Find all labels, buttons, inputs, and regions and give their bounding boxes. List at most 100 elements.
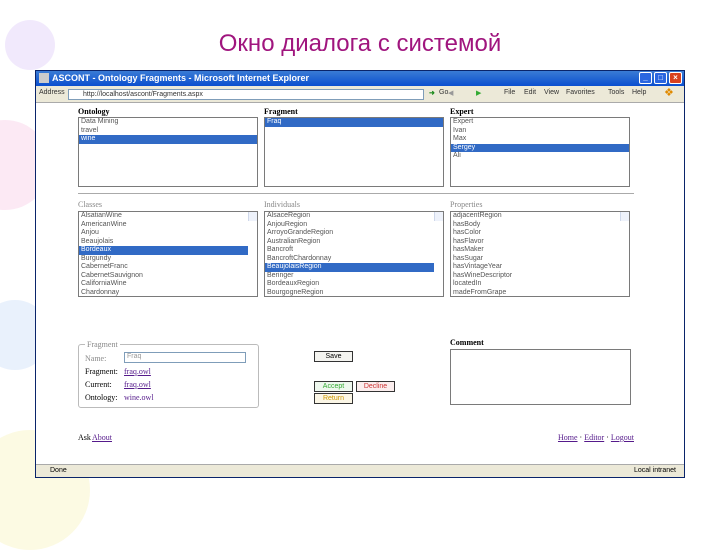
list-item[interactable]: Bordeaux xyxy=(79,246,248,255)
list-item[interactable]: travel xyxy=(79,127,257,136)
list-item[interactable]: Beaujolais xyxy=(79,238,248,247)
name-label: Name: xyxy=(85,354,107,363)
zone-text: Local intranet xyxy=(633,467,676,474)
minimize-button[interactable]: _ xyxy=(639,72,652,84)
url-input[interactable]: http://localhost/ascont/Fragments.aspx xyxy=(68,89,424,100)
list-item[interactable]: AlsatianWine xyxy=(79,212,248,221)
scrollbar[interactable] xyxy=(434,212,443,221)
editor-link[interactable]: Editor xyxy=(584,433,604,442)
name-input[interactable]: Fraq xyxy=(124,352,246,363)
ontology-label: Ontology xyxy=(78,107,110,116)
address-bar: Address http://localhost/ascont/Fragment… xyxy=(36,86,684,103)
list-item[interactable]: Burgundy xyxy=(79,255,248,264)
list-item[interactable]: hasFlavor xyxy=(451,238,620,247)
list-item[interactable]: AnjouRegion xyxy=(265,221,434,230)
go-icon[interactable]: ➜ xyxy=(429,89,435,97)
list-item[interactable]: hasVintageYear xyxy=(451,263,620,272)
individuals-label: Individuals xyxy=(264,200,300,209)
list-item[interactable]: ArroyoGrandeRegion xyxy=(265,229,434,238)
ie-icon xyxy=(39,73,49,83)
list-item[interactable]: hasSugar xyxy=(451,255,620,264)
save-button[interactable]: Save xyxy=(314,351,353,362)
list-item[interactable]: adjacentRegion xyxy=(451,212,620,221)
current-link[interactable]: fraq.owl xyxy=(124,380,151,389)
forward-icon[interactable]: ▶ xyxy=(476,89,481,97)
menu-file[interactable]: File xyxy=(504,89,515,96)
decline-button[interactable]: Decline xyxy=(356,381,395,392)
list-item[interactable]: Sergey xyxy=(451,143,629,152)
logout-link[interactable]: Logout xyxy=(611,433,634,442)
title-bar: ASCONT - Ontology Fragments - Microsoft … xyxy=(36,71,684,86)
list-item[interactable]: BeaujolaisRegion xyxy=(265,263,434,272)
list-item[interactable]: BancroftChardonnay xyxy=(265,255,434,264)
about-link[interactable]: About xyxy=(92,433,112,442)
properties-listbox[interactable]: adjacentRegion hasBody hasColor hasFlavor ha… xyxy=(450,211,630,297)
list-item[interactable]: AustralianRegion xyxy=(265,238,434,247)
scrollbar[interactable] xyxy=(248,212,257,221)
close-button[interactable]: × xyxy=(669,72,682,84)
list-item[interactable]: Max xyxy=(451,135,629,144)
list-item[interactable]: CabernetSauvignon xyxy=(79,272,248,281)
ontology-file-label: Ontology: xyxy=(85,393,118,402)
menu-edit[interactable]: Edit xyxy=(524,89,536,96)
list-item[interactable]: wine xyxy=(79,135,257,144)
menu-tools[interactable]: Tools xyxy=(608,89,624,96)
fragment-label: Fragment xyxy=(264,107,298,116)
menu-help[interactable]: Help xyxy=(632,89,646,96)
individuals-listbox[interactable]: AlsaceRegion AnjouRegion ArroyoGrandeRegio… xyxy=(264,211,444,297)
classes-label: Classes xyxy=(78,200,102,209)
list-item[interactable]: Ivan xyxy=(451,127,629,136)
page-content: Ontology Data Mining travel wine Fragment … xyxy=(36,103,684,465)
comment-textarea[interactable] xyxy=(450,349,631,405)
list-item[interactable]: CabernetFranc xyxy=(79,263,248,272)
back-icon[interactable]: ◀ xyxy=(448,89,453,97)
ontology-file-value: wine.owl xyxy=(124,393,154,402)
footer-nav: Home · Editor · Logout xyxy=(557,433,634,442)
maximize-button[interactable]: □ xyxy=(654,72,667,84)
accept-button[interactable]: Accept xyxy=(314,381,353,392)
list-item[interactable]: Data Mining xyxy=(79,118,257,127)
list-item[interactable]: Ali xyxy=(451,152,629,161)
scrollbar[interactable] xyxy=(620,212,629,221)
home-link[interactable]: Home xyxy=(558,433,578,442)
divider xyxy=(78,193,634,194)
list-item[interactable]: Fraq xyxy=(265,118,443,127)
comment-label: Comment xyxy=(450,338,484,347)
fragment-file-label: Fragment: xyxy=(85,367,118,376)
list-item[interactable]: hasBody xyxy=(451,221,620,230)
fragment-listbox[interactable]: Fraq xyxy=(264,117,444,187)
fieldset-legend: Fragment xyxy=(85,340,120,349)
browser-window: ASCONT - Ontology Fragments - Microsoft … xyxy=(35,70,685,478)
footer-prefix: Ask xyxy=(78,433,91,442)
window-title: ASCONT - Ontology Fragments - Microsoft … xyxy=(52,73,310,83)
ontology-listbox[interactable]: Data Mining travel wine xyxy=(78,117,258,187)
classes-listbox[interactable]: AlsatianWine AmericanWine Anjou Beaujolais B… xyxy=(78,211,258,297)
list-item[interactable]: AmericanWine xyxy=(79,221,248,230)
fragment-file-link[interactable]: fraq.owl xyxy=(124,367,151,376)
list-item[interactable]: locatedIn xyxy=(451,280,620,289)
list-item[interactable]: Beringer xyxy=(265,272,434,281)
menu-view[interactable]: View xyxy=(544,89,559,96)
list-item[interactable]: hasWineDescriptor xyxy=(451,272,620,281)
current-label: Current: xyxy=(85,380,112,389)
list-item[interactable]: Bancroft xyxy=(265,246,434,255)
list-item[interactable]: hasMaker xyxy=(451,246,620,255)
expert-listbox[interactable]: Expert Ivan Max Sergey Ali xyxy=(450,117,630,187)
list-item[interactable]: BordeauxRegion xyxy=(265,280,434,289)
list-item[interactable]: BourgogneRegion xyxy=(265,289,434,297)
list-item[interactable]: Anjou xyxy=(79,229,248,238)
list-item[interactable]: CaliforniaWine xyxy=(79,280,248,289)
list-item[interactable]: Expert xyxy=(451,118,629,127)
status-text: Done xyxy=(50,467,67,474)
go-button[interactable]: Go xyxy=(439,89,448,96)
slide-title: Окно диалога с системой xyxy=(218,30,502,57)
menu-favorites[interactable]: Favorites xyxy=(566,89,595,96)
list-item[interactable]: hasColor xyxy=(451,229,620,238)
list-item[interactable]: AlsaceRegion xyxy=(265,212,434,221)
return-button[interactable]: Return xyxy=(314,393,353,404)
address-label: Address xyxy=(39,89,65,96)
list-item[interactable]: madeFromGrape xyxy=(451,289,620,297)
expert-label: Expert xyxy=(450,107,474,116)
list-item[interactable]: Chardonnay xyxy=(79,289,248,297)
windows-logo-icon: ❖ xyxy=(664,87,674,99)
